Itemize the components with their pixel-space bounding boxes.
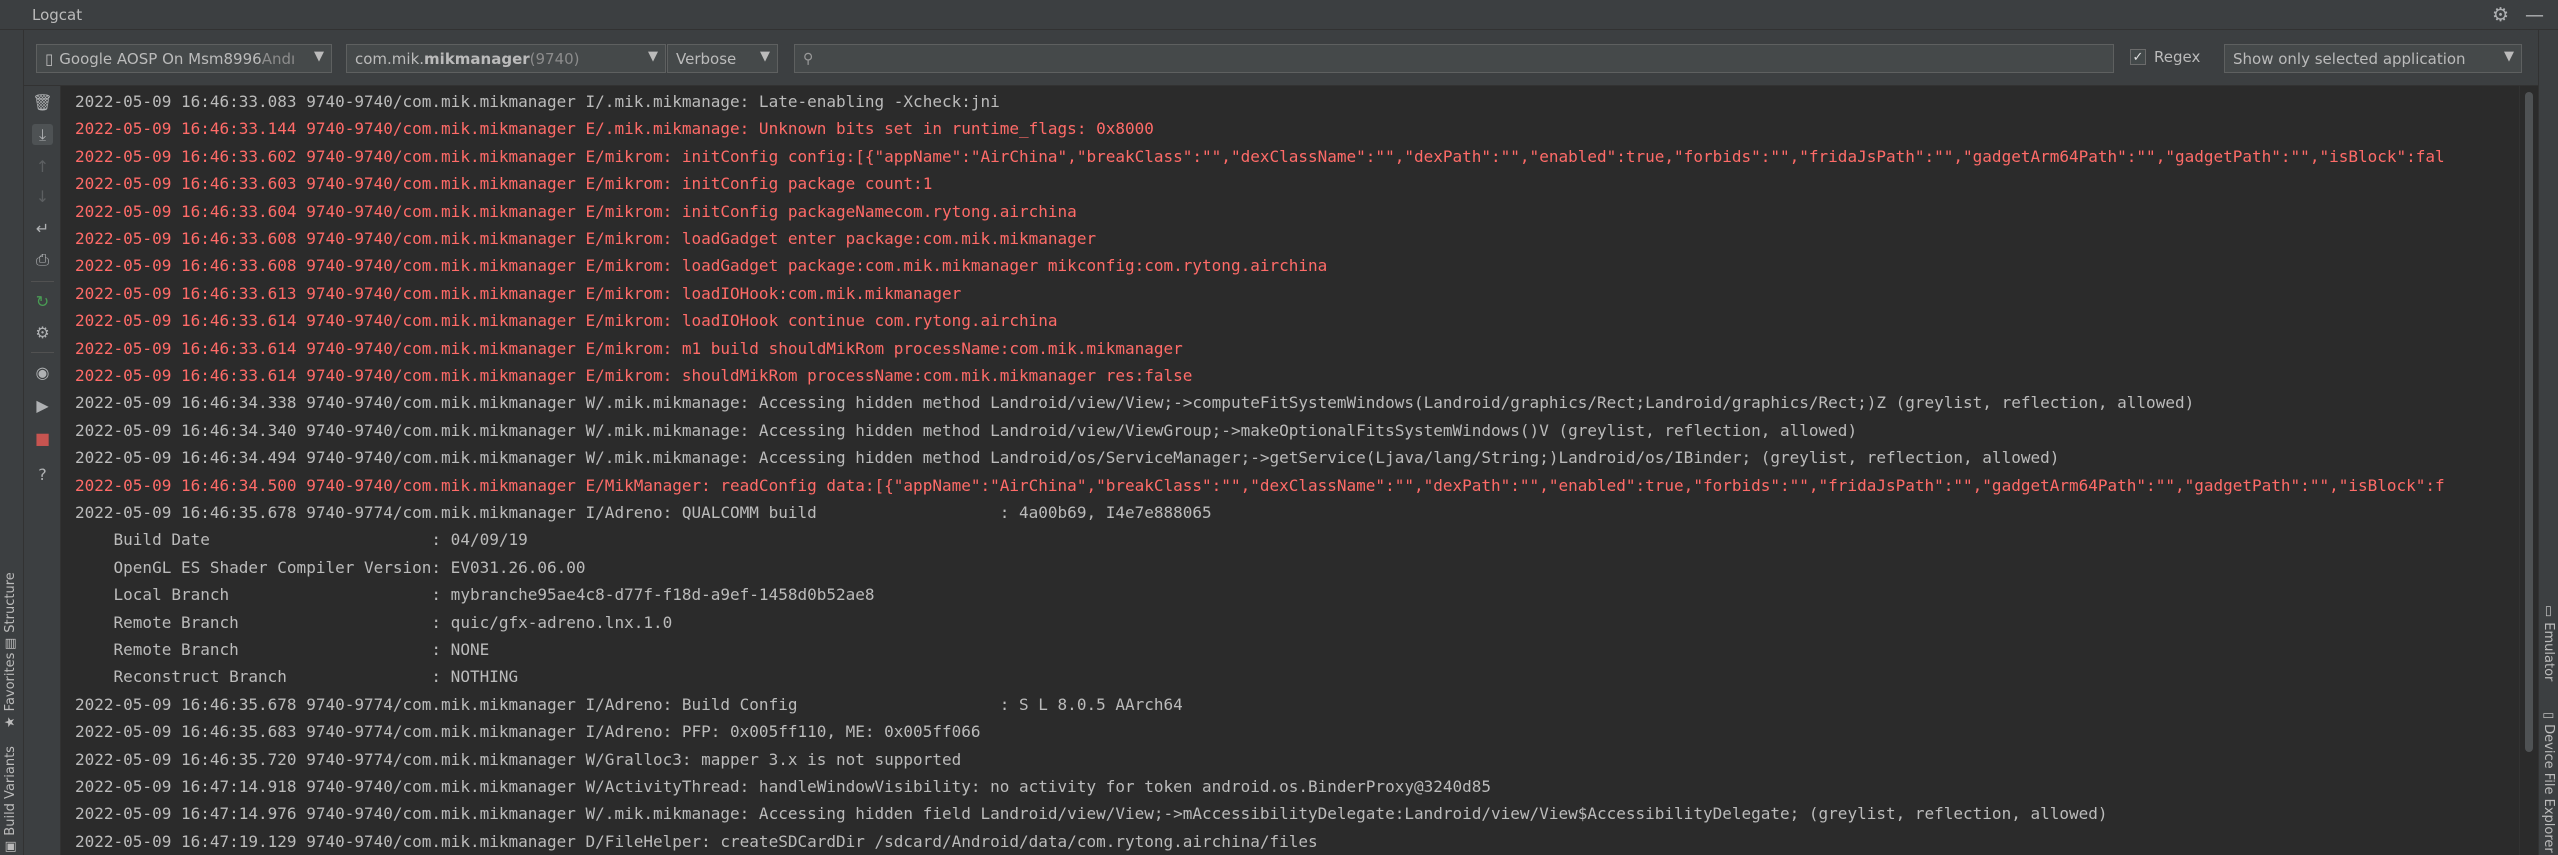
log-line: 2022-05-09 16:46:33.603 9740-9740/com.mi… [75, 174, 933, 194]
emulator-tab[interactable]: ▭ Emulator [2541, 605, 2556, 681]
chevron-down-icon: ▼ [648, 49, 658, 64]
screen-record-icon[interactable]: ▶ [32, 395, 53, 416]
search-input[interactable] [819, 48, 2113, 69]
app-scope-selector[interactable]: Show only selected application ▼ [2224, 44, 2522, 73]
structure-icon: ▤ [3, 637, 18, 650]
soft-wrap-icon[interactable]: ↵ [32, 218, 53, 239]
log-line: 2022-05-09 16:46:33.614 9740-9740/com.mi… [75, 366, 1193, 385]
log-line: 2022-05-09 16:46:35.683 9740-9774/com.mi… [75, 722, 981, 742]
up-icon[interactable]: ↑ [32, 156, 53, 177]
log-level-selector[interactable]: Verbose ▼ [667, 44, 778, 73]
device-file-icon: ▯ [2541, 712, 2556, 720]
device-file-explorer-tab-label: Device File Explorer [2541, 724, 2556, 853]
toolbar-separator [31, 281, 54, 282]
chevron-down-icon: ▼ [760, 49, 770, 64]
process-selector[interactable]: com.mik. mikmanager (9740) ▼ [346, 44, 666, 73]
device-file-explorer-tab[interactable]: ▯ Device File Explorer [2541, 712, 2556, 853]
log-line: 2022-05-09 16:46:33.608 9740-9740/com.mi… [75, 229, 1097, 248]
gear-icon[interactable]: ⚙ [2492, 4, 2509, 26]
process-pid: (9740) [529, 49, 580, 68]
log-line: 2022-05-09 16:46:35.678 9740-9774/com.mi… [75, 503, 1212, 522]
favorites-tab[interactable]: ★ Favorites [3, 653, 18, 728]
settings-icon[interactable]: ⚙ [32, 322, 53, 343]
window-title: Logcat [32, 6, 83, 24]
restart-icon[interactable]: ↻ [32, 291, 53, 312]
log-line: 2022-05-09 16:46:34.340 9740-9740/com.mi… [75, 420, 1858, 440]
build-variants-icon: ▣ [3, 840, 18, 853]
log-line: 2022-05-09 16:46:33.602 9740-9740/com.mi… [75, 146, 2445, 166]
search-icon: ⚲ [803, 50, 814, 67]
log-line: Reconstruct Branch : NOTHING [75, 667, 519, 687]
titlebar-icons: ⚙ — [2492, 4, 2544, 26]
log-line: 2022-05-09 16:46:33.613 9740-9740/com.mi… [75, 283, 962, 303]
scrollbar-thumb[interactable] [2525, 92, 2533, 752]
log-line: OpenGL ES Shader Compiler Version: EV031… [75, 557, 586, 577]
screenshot-icon[interactable]: ◉ [32, 362, 53, 383]
log-line: 2022-05-09 16:47:19.129 9740-9740/com.mi… [75, 831, 1318, 851]
build-variants-tab[interactable]: ▣ Build Variants [3, 746, 18, 853]
device-selector[interactable]: ▯ Google AOSP On Msm8996 Andı ▼ [36, 44, 332, 73]
log-line: 2022-05-09 16:46:33.614 9740-9740/com.mi… [75, 338, 1183, 358]
log-line: Remote Branch : quic/gfx-adreno.lnx.1.0 [75, 612, 673, 632]
star-icon: ★ [3, 716, 18, 728]
logcat-output[interactable]: 2022-05-09 16:46:33.083 9740-9740/com.mi… [61, 86, 2519, 855]
emulator-icon: ▭ [2541, 605, 2556, 618]
log-line: 2022-05-09 16:46:35.678 9740-9774/com.mi… [75, 694, 1183, 714]
down-icon[interactable]: ↓ [32, 186, 53, 207]
log-line: Remote Branch : NONE [75, 640, 490, 659]
log-line: 2022-05-09 16:46:35.720 9740-9774/com.mi… [75, 749, 962, 769]
log-line: 2022-05-09 16:47:14.918 9740-9740/com.mi… [75, 777, 1492, 796]
log-line: Build Date : 04/09/19 [75, 530, 528, 550]
phone-icon: ▯ [45, 49, 54, 68]
log-line: 2022-05-09 16:46:33.604 9740-9740/com.mi… [75, 201, 1077, 221]
stop-icon[interactable]: ■ [32, 428, 53, 449]
process-prefix: com.mik. [355, 49, 425, 68]
favorites-tab-label: Favorites [3, 652, 18, 712]
chevron-down-icon: ▼ [314, 49, 324, 64]
help-icon[interactable]: ? [32, 464, 53, 485]
toolbar-separator [31, 352, 54, 353]
log-line: Local Branch : mybranche95ae4c8-d77f-f18… [75, 585, 875, 605]
scroll-to-end-icon[interactable]: ⤓ [32, 124, 53, 145]
chevron-down-icon: ▼ [2504, 49, 2514, 64]
left-tool-strip: ▤ Structure ★ Favorites ▣ Build Variants [0, 30, 24, 855]
minimize-icon[interactable]: — [2525, 4, 2544, 26]
vertical-scrollbar[interactable] [2519, 86, 2538, 855]
logcat-toolbar: 🗑 ⤓ ↑ ↓ ↵ ⎙ ↻ ⚙ ◉ ▶ ■ ? [24, 86, 61, 855]
log-line: 2022-05-09 16:46:34.338 9740-9740/com.mi… [75, 393, 2195, 413]
log-line: 2022-05-09 16:46:33.614 9740-9740/com.mi… [75, 311, 1058, 331]
process-name: mikmanager [424, 49, 530, 68]
regex-label: Regex [2154, 48, 2201, 66]
logcat-titlebar: Logcat ⚙ — [0, 0, 2558, 30]
device-name-suffix: Andı [261, 49, 296, 68]
structure-tab[interactable]: ▤ Structure [3, 572, 18, 650]
clear-logcat-icon[interactable]: 🗑 [32, 92, 53, 113]
regex-checkbox[interactable]: ✓ [2130, 49, 2146, 65]
log-line: 2022-05-09 16:46:34.494 9740-9740/com.mi… [75, 448, 2060, 468]
regex-toggle[interactable]: ✓ Regex [2130, 48, 2200, 66]
emulator-tab-label: Emulator [2541, 622, 2556, 682]
right-tool-strip: ▭ Emulator ▯ Device File Explorer [2538, 30, 2558, 855]
log-line: 2022-05-09 16:47:14.976 9740-9740/com.mi… [75, 804, 2108, 824]
log-line: 2022-05-09 16:46:33.144 9740-9740/com.mi… [75, 119, 1154, 139]
log-line: 2022-05-09 16:46:33.608 9740-9740/com.mi… [75, 256, 1328, 276]
log-line: 2022-05-09 16:46:33.083 9740-9740/com.mi… [75, 92, 1000, 111]
search-field[interactable]: ⚲ [794, 44, 2114, 73]
logcat-filter-bar: ▯ Google AOSP On Msm8996 Andı ▼ com.mik.… [24, 30, 2538, 86]
build-variants-tab-label: Build Variants [3, 746, 18, 836]
log-level-value: Verbose [676, 49, 737, 68]
app-scope-value: Show only selected application [2233, 49, 2466, 68]
print-icon[interactable]: ⎙ [32, 249, 53, 270]
device-name: Google AOSP On Msm8996 [59, 49, 262, 68]
structure-tab-label: Structure [3, 572, 18, 633]
log-line: 2022-05-09 16:46:34.500 9740-9740/com.mi… [75, 475, 2445, 495]
